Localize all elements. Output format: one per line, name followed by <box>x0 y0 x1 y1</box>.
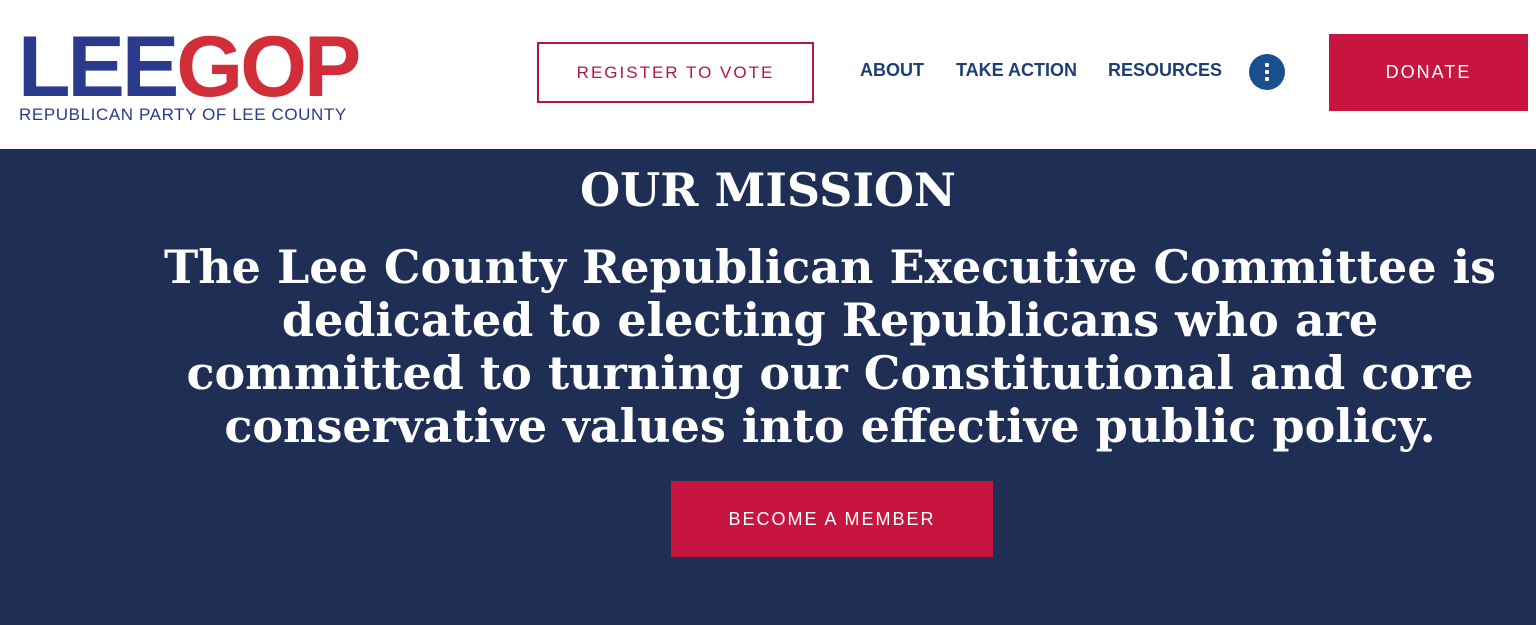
donate-button[interactable]: DONATE <box>1329 34 1528 111</box>
mission-section: OUR MISSION The Lee County Republican Ex… <box>0 149 1536 625</box>
nav-resources-link[interactable]: RESOURCES <box>1108 60 1222 84</box>
site-logo[interactable]: LEEGOP REPUBLICAN PARTY OF LEE COUNTY <box>18 24 363 128</box>
logo-gop-text: GOP <box>176 19 361 115</box>
mission-title: OUR MISSION <box>580 163 956 217</box>
register-to-vote-button[interactable]: REGISTER TO VOTE <box>537 42 814 103</box>
become-member-button[interactable]: BECOME A MEMBER <box>671 481 993 557</box>
nav-take-action-link[interactable]: TAKE ACTION <box>956 60 1077 84</box>
vertical-dots-icon-dot <box>1265 70 1269 74</box>
nav-about-link[interactable]: ABOUT <box>860 60 924 84</box>
mission-statement: The Lee County Republican Executive Comm… <box>164 240 1496 453</box>
logo-subtitle: REPUBLICAN PARTY OF LEE COUNTY <box>19 105 347 124</box>
logo-wordmark: LEEGOP <box>18 24 361 110</box>
vertical-dots-icon <box>1265 63 1269 67</box>
site-header: LEEGOP REPUBLICAN PARTY OF LEE COUNTY RE… <box>0 0 1536 149</box>
more-menu-button[interactable] <box>1249 54 1285 90</box>
logo-lee-text: LEE <box>18 19 179 115</box>
vertical-dots-icon-dot <box>1265 77 1269 81</box>
